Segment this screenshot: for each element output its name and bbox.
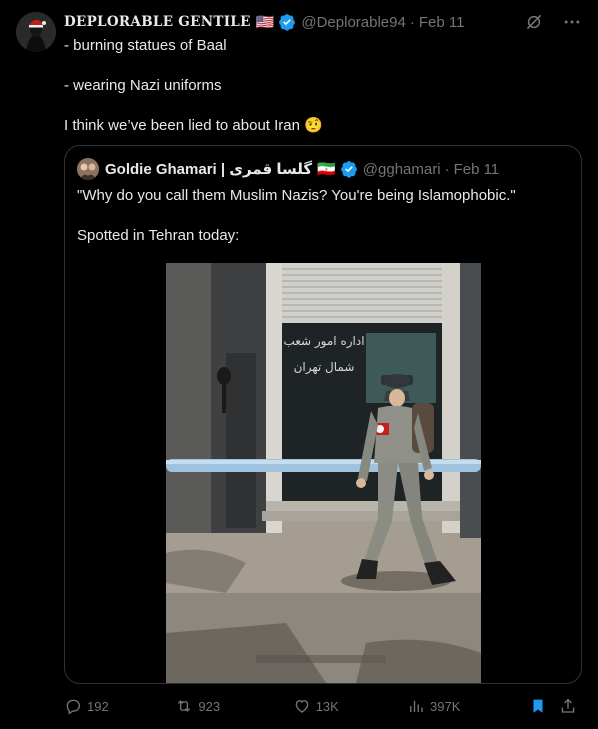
like-count: 13K [315,698,339,714]
repost-icon [178,700,191,712]
quoted-author-handle[interactable]: @gghamari [363,161,441,178]
quoted-author-name[interactable]: Goldie Ghamari | گلسا قمری [105,160,312,178]
verified-badge-icon [279,14,296,31]
quoted-line: "Why do you call them Muslim Nazis? You'… [77,187,516,204]
quoted-avatar [77,158,99,180]
grok-icon[interactable] [524,12,544,32]
bookmark-icon [533,699,543,713]
repost-count: 923 [198,698,221,714]
author-handle[interactable]: @Deplorable94 [301,14,405,31]
like-button[interactable]: 13K [293,697,407,715]
us-flag-emoji: 🇺🇸 [255,14,275,31]
quoted-photo[interactable]: اداره امور شعب شمال تهران [166,263,481,683]
repost-button[interactable]: 923 [175,697,292,715]
share-button[interactable] [559,697,582,715]
separator-dot: · [444,160,450,178]
tweet-line: - burning statues of Baal [64,37,227,54]
bookmark-button[interactable] [529,697,558,715]
quoted-header: Goldie Ghamari | گلسا قمری 🇮🇷 @gghamari … [77,158,499,180]
view-count: 397K [430,698,461,714]
quoted-line: Spotted in Tehran today: [77,227,240,244]
reply-count: 192 [87,698,109,714]
share-icon [561,698,574,713]
tweet-timestamp[interactable]: Feb 11 [419,14,465,31]
more-options-icon[interactable] [562,12,582,32]
tweet-actions: 192 923 13K 397K [64,694,582,718]
views-button[interactable]: 397K [407,697,529,715]
tweet-line: I think we’ve been lied to about Iran 🤨 [64,117,323,134]
quoted-tweet[interactable]: Goldie Ghamari | گلسا قمری 🇮🇷 @gghamari … [64,145,582,684]
iran-flag-emoji: 🇮🇷 [317,161,336,178]
sign-text-2: شمال تهران [294,360,355,375]
tweet-text: - burning statues of Baal - wearing Nazi… [64,36,574,136]
author-avatar[interactable] [16,12,56,52]
author-name[interactable]: DEPLORABLE GENTILE [64,14,251,30]
heart-icon [295,700,309,713]
analytics-icon [410,700,423,712]
sign-text-1: اداره امور شعب [283,334,364,349]
reply-button[interactable]: 192 [64,697,175,715]
quoted-text: "Why do you call them Muslim Nazis? You'… [77,186,567,246]
verified-badge-icon [340,161,357,178]
tweet-header: DEPLORABLE GENTILE 🇺🇸 @Deplorable94 · Fe… [64,12,582,32]
quoted-timestamp[interactable]: Feb 11 [454,161,500,178]
reply-icon [66,699,81,715]
tweet-line: - wearing Nazi uniforms [64,77,222,94]
separator-dot: · [409,13,415,31]
